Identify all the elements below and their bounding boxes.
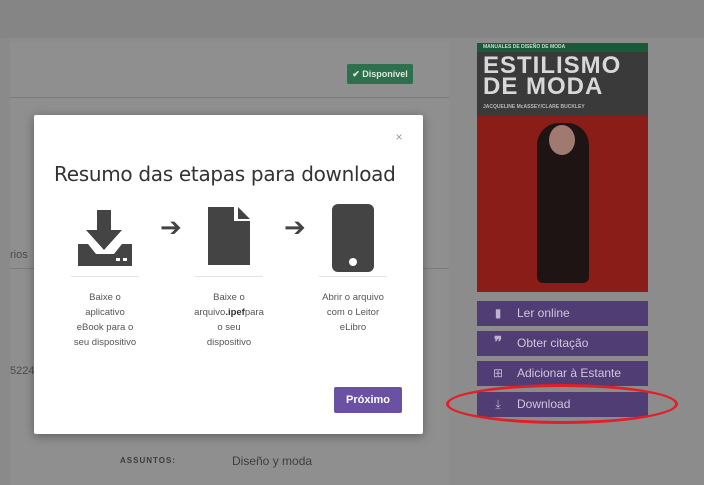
step-2-line: dispositivo [206,337,252,348]
cover-title-line2: DE MODA [483,73,604,100]
step-2-prefix: arquivo [194,307,226,318]
step-3-line: com o Leitor [326,307,380,318]
bookmark-add-icon: ⊞ [492,366,504,380]
step-2-text: Baixe o arquivo.ipefpara o seu dispositi… [189,290,269,350]
read-online-button[interactable]: ▮ Ler online [477,301,648,326]
subjects-value[interactable]: Diseño y moda [232,454,312,468]
phone-icon [332,204,374,272]
close-icon[interactable]: × [393,131,405,143]
file-extension: .ipef [225,307,245,318]
available-badge: ✔ Disponível [347,64,413,84]
arrow-right-icon: ➔ [284,212,306,242]
divider [195,276,263,277]
step-1-line: aplicativo [85,307,125,318]
quote-icon: ❞ [493,334,503,351]
browser-top-area [0,0,704,38]
get-citation-label: Obter citação [517,336,589,350]
cover-title: ESTILISMO DE MODA [483,54,621,100]
cover-model-face [549,125,575,155]
cover-series: MANUALES DE DISEÑO DE MODA [477,43,648,52]
step-2-line: Baixe o [213,292,245,303]
get-citation-button[interactable]: ❞ Obter citação [477,331,648,356]
file-icon [208,207,250,265]
book-cover[interactable]: MANUALES DE DISEÑO DE MODA ESTILISMO DE … [477,43,648,292]
modal-title: Resumo das etapas para download [54,162,396,186]
next-button[interactable]: Próximo [334,387,402,413]
read-online-label: Ler online [517,306,570,320]
partial-label: rios [10,249,28,261]
divider [71,276,139,277]
subjects-label: ASSUNTOS: [120,456,176,465]
partial-number: 5224 [10,365,35,377]
download-steps-modal: × Resumo das etapas para download ➔ ➔ Ba… [34,115,423,434]
step-2-line: o seu [217,322,241,333]
arrow-right-icon: ➔ [160,212,182,242]
step-1-line: Baixe o [89,292,121,303]
highlight-ring [446,384,678,424]
divider [10,97,449,98]
step-2-line: arquivo.ipefpara [189,305,269,320]
step-1-line: eBook para o [76,322,134,333]
book-icon: ▮ [494,306,502,320]
download-tray-icon [78,210,132,266]
step-1-text: Baixe o aplicativo eBook para o seu disp… [65,290,145,350]
step-3-text: Abrir o arquivo com o Leitor eLibro [313,290,393,335]
step-3-line: eLibro [339,322,367,333]
cover-authors: JACQUELINE McASSEY/CLARE BUCKLEY [483,104,585,110]
add-to-shelf-label: Adicionar à Estante [517,366,622,380]
step-1-line: seu dispositivo [73,337,137,348]
step-3-line: Abrir o arquivo [322,292,384,303]
divider [319,276,387,277]
add-to-shelf-button[interactable]: ⊞ Adicionar à Estante [477,361,648,386]
step-2-suffix: para [244,307,264,318]
